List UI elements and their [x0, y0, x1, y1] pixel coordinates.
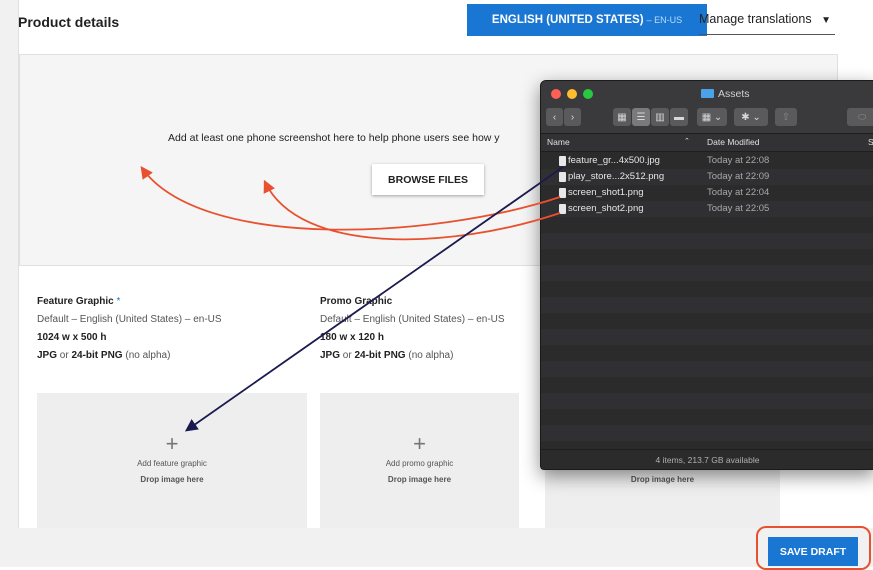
column-date-modified[interactable]: Date Modified [707, 137, 759, 147]
tag-icon[interactable]: ⬭ [847, 108, 873, 126]
finder-window[interactable]: Assets ‹ › ▦ ☰ ▥ ▬ ▦ ⌄ ✱ ⌄ ⇧ ⬭ Name ⌃ Da… [540, 80, 873, 470]
feature-graphic-heading: Feature Graphic [37, 296, 114, 307]
close-icon[interactable] [551, 89, 561, 99]
folder-icon [701, 89, 714, 98]
language-code: – EN-US [646, 15, 683, 25]
file-icon [559, 188, 566, 198]
dropzone-instruction: Add at least one phone screenshot here t… [168, 132, 500, 144]
format-png: 24-bit PNG [354, 350, 406, 361]
gallery-view-icon[interactable]: ▬ [670, 108, 688, 126]
file-date-modified: Today at 22:08 [707, 155, 770, 166]
promo-graphic-tile[interactable]: + Add promo graphic Drop image here [320, 393, 519, 528]
format-tail: (no alpha) [405, 350, 454, 361]
page-title: Product details [18, 14, 120, 30]
feature-graphic-tile[interactable]: + Add feature graphic Drop image here [37, 393, 307, 528]
finder-title: Assets [701, 88, 750, 100]
list-stripe [541, 361, 873, 377]
promo-graphic-spec: Promo Graphic Default – English (United … [320, 293, 505, 365]
file-name: feature_gr...4x500.jpg [568, 155, 660, 166]
finder-titlebar[interactable]: Assets ‹ › ▦ ☰ ▥ ▬ ▦ ⌄ ✱ ⌄ ⇧ ⬭ [541, 81, 873, 134]
drop-image-label: Drop image here [140, 475, 204, 484]
list-stripe [541, 297, 873, 313]
drop-image-label: Drop image here [387, 475, 452, 484]
finder-file-row[interactable]: feature_gr...4x500.jpg Today at 22:08 [541, 153, 873, 169]
icon-view-icon[interactable]: ▦ [613, 108, 631, 126]
manage-translations-dropdown[interactable]: Manage translations ▼ [699, 12, 835, 35]
format-or: or [57, 350, 72, 361]
column-size[interactable]: S [868, 137, 873, 147]
finder-title-text: Assets [718, 88, 750, 100]
promo-graphic-locale: Default – English (United States) – en-U… [320, 314, 505, 325]
add-feature-graphic-label: Add feature graphic [137, 459, 207, 468]
list-stripe [541, 425, 873, 441]
sort-chevron-icon: ⌃ [684, 138, 690, 145]
finder-column-header: Name ⌃ Date Modified S [541, 134, 873, 152]
column-name[interactable]: Name [547, 137, 570, 147]
file-name: screen_shot1.png [568, 187, 644, 198]
file-icon [559, 172, 566, 182]
file-icon [559, 204, 566, 214]
manage-translations-label: Manage translations [699, 12, 812, 26]
feature-graphic-locale: Default – English (United States) – en-U… [37, 314, 222, 325]
format-jpg: JPG [37, 350, 58, 361]
list-stripe [541, 265, 873, 281]
feature-graphic-spec: Feature Graphic * Default – English (Uni… [37, 293, 222, 365]
add-promo-graphic-label: Add promo graphic [385, 459, 454, 468]
finder-file-row[interactable]: screen_shot2.png Today at 22:05 [541, 201, 873, 217]
drop-image-label: Drop image here [630, 475, 695, 484]
language-button[interactable]: ENGLISH (UNITED STATES) – EN-US [467, 4, 707, 36]
format-jpg: JPG [320, 350, 341, 361]
group-menu-icon[interactable]: ▦ ⌄ [697, 108, 727, 126]
file-date-modified: Today at 22:04 [707, 187, 770, 198]
list-stripe [541, 233, 873, 249]
zoom-icon[interactable] [583, 89, 593, 99]
file-date-modified: Today at 22:09 [707, 171, 770, 182]
forward-button[interactable]: › [564, 108, 581, 126]
finder-file-row[interactable]: screen_shot1.png Today at 22:04 [541, 185, 873, 201]
browse-files-button[interactable]: BROWSE FILES [372, 164, 484, 195]
column-view-icon[interactable]: ▥ [651, 108, 669, 126]
back-button[interactable]: ‹ [546, 108, 563, 126]
plus-icon: + [165, 431, 179, 456]
format-or: or [340, 350, 355, 361]
format-png: 24-bit PNG [71, 350, 123, 361]
minimize-icon[interactable] [567, 89, 577, 99]
finder-status-bar: 4 items, 213.7 GB available [541, 449, 873, 469]
promo-graphic-size: 180 w x 120 h [320, 332, 384, 343]
required-mark: * [116, 296, 121, 307]
annotation-highlight-ring [756, 526, 871, 570]
file-name: screen_shot2.png [568, 203, 644, 214]
gear-icon[interactable]: ✱ ⌄ [734, 108, 768, 126]
format-tail: (no alpha) [122, 350, 171, 361]
share-icon[interactable]: ⇧ [775, 108, 797, 126]
list-stripe [541, 329, 873, 345]
feature-graphic-size: 1024 w x 500 h [37, 332, 107, 343]
list-view-icon[interactable]: ☰ [632, 108, 650, 126]
promo-graphic-heading: Promo Graphic [320, 296, 393, 307]
file-date-modified: Today at 22:05 [707, 203, 770, 214]
list-stripe [541, 393, 873, 409]
plus-icon: + [413, 431, 426, 456]
file-name: play_store...2x512.png [568, 171, 665, 182]
finder-file-row[interactable]: play_store...2x512.png Today at 22:09 [541, 169, 873, 185]
file-icon [559, 156, 566, 166]
caret-down-icon: ▼ [821, 15, 831, 26]
language-label: ENGLISH (UNITED STATES) [491, 14, 644, 26]
